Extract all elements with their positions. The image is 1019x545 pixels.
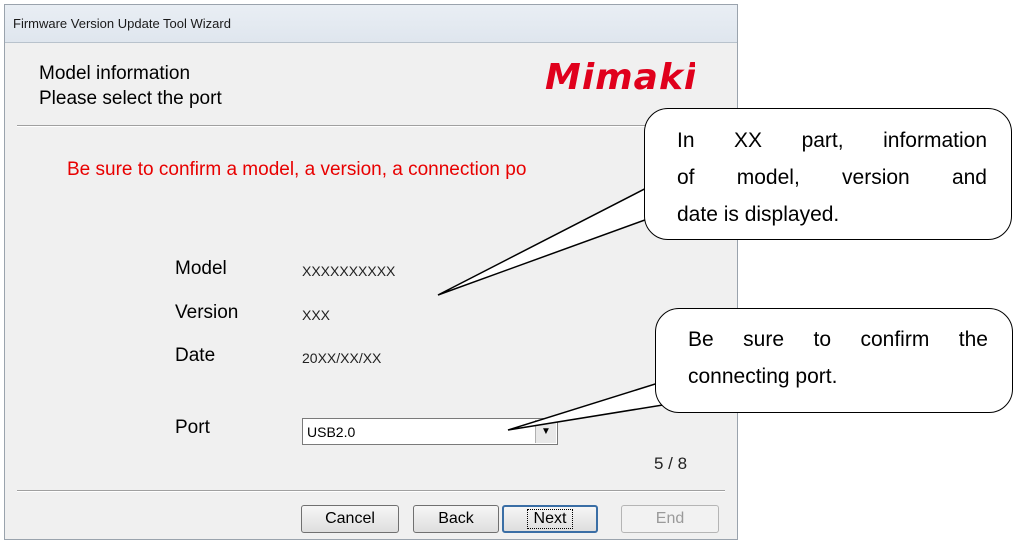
port-callout-line-2: connecting port. bbox=[688, 365, 838, 388]
info-callout-line-2: of model, version and bbox=[677, 166, 987, 189]
info-callout-line-3: date is displayed. bbox=[677, 203, 840, 226]
info-callout-line-1: In XX part, information bbox=[677, 129, 987, 152]
port-callout: Be sure to confirm the connecting port. bbox=[655, 308, 1013, 413]
callout-pointers bbox=[437, 179, 709, 431]
port-callout-line-1: Be sure to confirm the bbox=[688, 328, 988, 351]
info-callout: In XX part, information of model, versio… bbox=[644, 108, 1012, 240]
